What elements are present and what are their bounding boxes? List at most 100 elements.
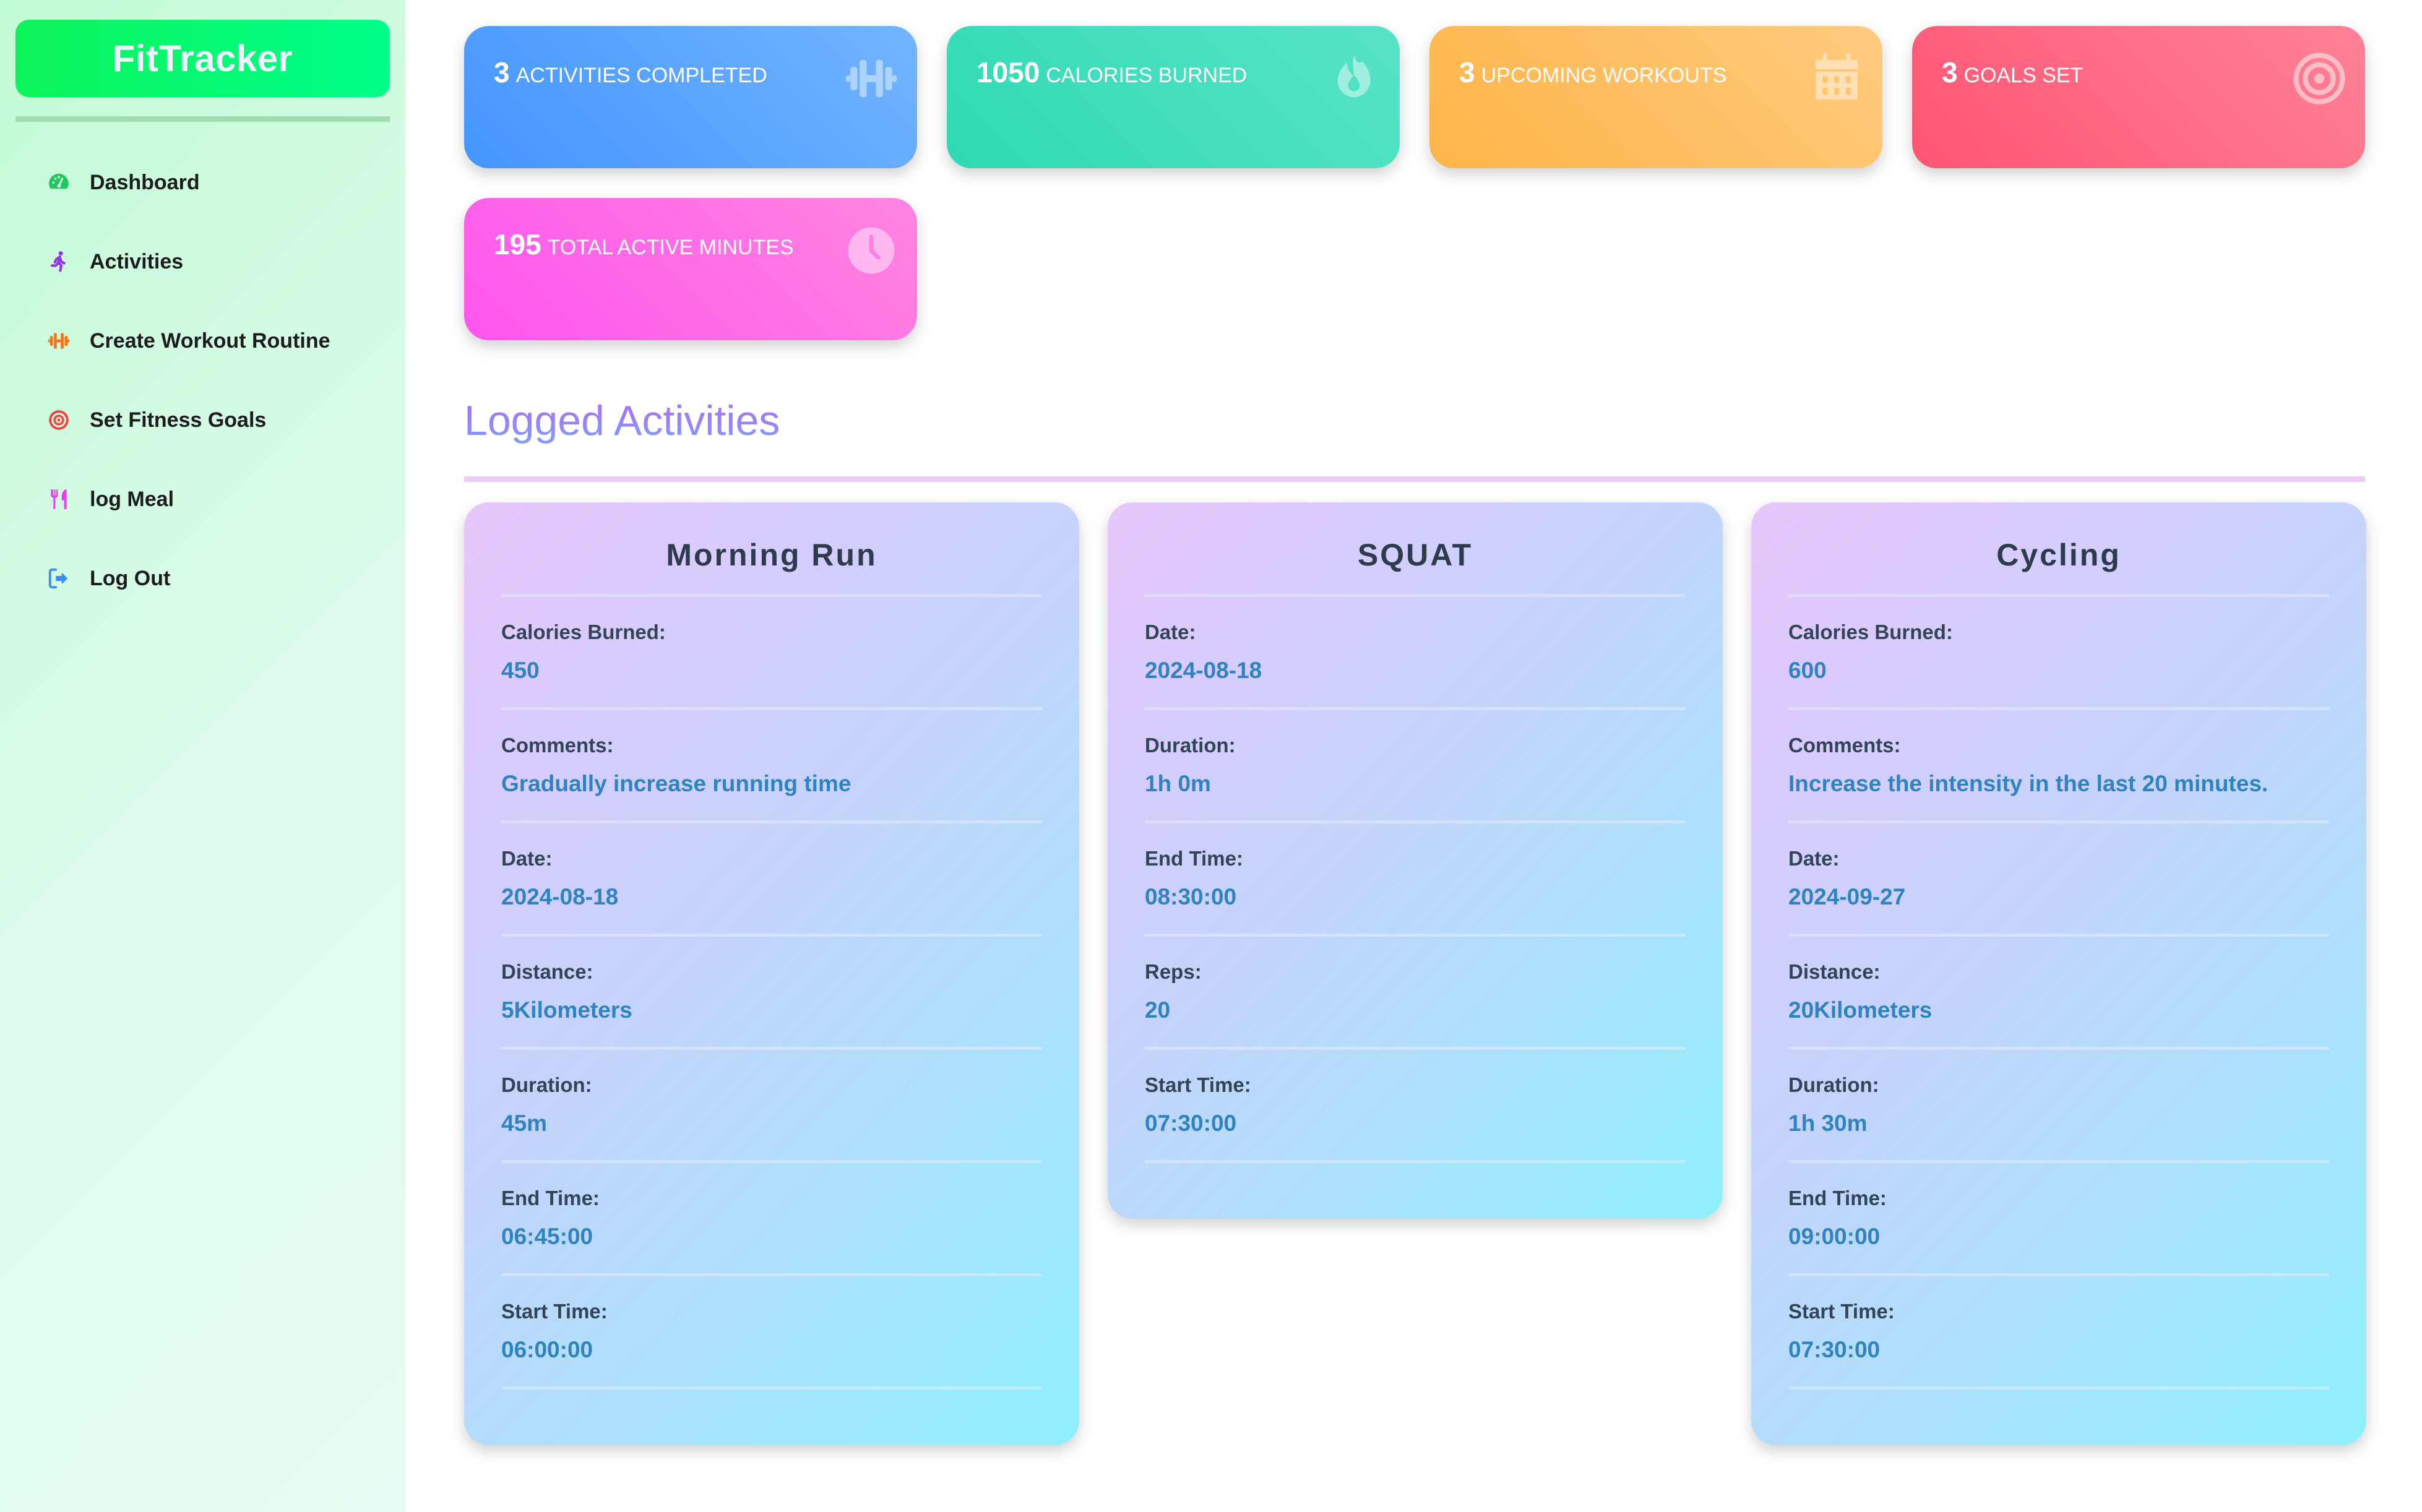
stat-label: Calories Burned [1046,64,1248,87]
field-value: 06:00:00 [501,1337,593,1362]
sidebar-item-label: Activities [90,249,184,273]
field-label: Distance: [501,960,593,983]
stat-value: 195 [494,228,541,260]
field-label: Start Time: [501,1300,608,1323]
field-label: Calories Burned: [501,621,666,643]
activity-field: Duration: 1h 30m [1788,1050,2329,1163]
sidebar-divider [15,116,390,122]
stat-value: 3 [494,56,510,88]
field-label: Distance: [1788,960,1881,983]
sidebar-item-set-fitness-goals[interactable]: Set Fitness Goals [37,395,384,445]
activity-field: Comments: Gradually increase running time [501,710,1042,823]
target-icon [40,408,77,432]
activity-field: End Time: 09:00:00 [1788,1163,2329,1276]
field-label: Duration: [1788,1073,1879,1096]
sidebar-item-label: Create Workout Routine [90,329,330,353]
activity-field: Date: 2024-08-18 [501,823,1042,937]
sidebar: FitTracker Dashboard Activities Create W… [0,0,405,1512]
stat-card-calories-burned: 1050 Calories Burned [947,26,1400,168]
stat-value: 3 [1459,56,1475,88]
field-label: Date: [1145,621,1196,643]
field-value: 20Kilometers [1788,997,1933,1023]
fire-icon [1323,51,1385,106]
field-value: 2024-08-18 [501,884,619,909]
field-label: Reps: [1145,960,1202,983]
activity-field: Start Time: 07:30:00 [1145,1050,1686,1163]
sidebar-item-log-meal[interactable]: log Meal [37,475,384,524]
stat-label: Upcoming Workouts [1481,64,1727,87]
section-divider [464,476,2365,482]
field-label: Calories Burned: [1788,621,1953,643]
activity-field: Reps: 20 [1145,937,1686,1050]
field-label: End Time: [1145,847,1243,870]
activity-field: Distance: 5Kilometers [501,937,1042,1050]
field-value: 08:30:00 [1145,884,1237,909]
activity-card-squat: SQUAT Date: 2024-08-18 Duration: 1h 0m End… [1108,502,1723,1219]
field-value: 07:30:00 [1788,1337,1881,1362]
field-label: Start Time: [1145,1073,1251,1096]
field-value: 09:00:00 [1788,1224,1881,1249]
activity-card-morning-run: Morning Run Calories Burned: 450 Comments… [464,502,1079,1445]
sidebar-item-log-out[interactable]: Log Out [37,554,384,603]
gauge-icon [40,170,77,195]
sidebar-item-label: Log Out [90,566,171,590]
running-icon [40,249,77,274]
stat-card-activities-completed: 3 Activities Completed [464,26,917,168]
field-label: Duration: [1145,734,1236,757]
dumbbell-icon [40,329,77,353]
stat-card-total-active-minutes: 195 Total Active Minutes [464,198,917,340]
activity-title: Morning Run [666,538,877,572]
sidebar-item-activities[interactable]: Activities [37,237,384,286]
field-value: 5Kilometers [501,997,632,1023]
activity-field: Start Time: 07:30:00 [1788,1276,2329,1390]
activity-field: Comments: Increase the intensity in the l… [1788,710,2329,823]
activity-card-cycling: Cycling Calories Burned: 600 Comments: Inc… [1751,502,2366,1445]
field-label: End Time: [1788,1187,1887,1209]
field-value: 45m [501,1110,548,1136]
dumbbell-icon [840,51,902,106]
stat-label: Activities Completed [515,64,767,87]
activity-field: Duration: 1h 0m [1145,710,1686,823]
field-label: Start Time: [1788,1300,1895,1323]
activity-field: Date: 2024-08-18 [1145,597,1686,710]
app-logo[interactable]: FitTracker [15,20,390,97]
field-label: Comments: [1788,734,1901,757]
stat-value: 1050 [976,56,1040,88]
activity-field: Calories Burned: 600 [1788,597,2329,710]
sidebar-item-label: Set Fitness Goals [90,408,267,432]
section-title: Logged Activities [464,390,780,452]
field-value: 600 [1788,658,1827,683]
field-value: Increase the intensity in the last 20 mi… [1788,771,2269,796]
sidebar-item-dashboard[interactable]: Dashboard [37,158,384,207]
activity-field: Duration: 45m [501,1050,1042,1163]
activity-field: End Time: 06:45:00 [501,1163,1042,1276]
activity-field: End Time: 08:30:00 [1145,823,1686,937]
activity-field: Start Time: 06:00:00 [501,1276,1042,1390]
field-value: 450 [501,658,540,683]
field-label: Comments: [501,734,614,757]
utensils-icon [40,487,77,512]
stat-card-goals-set: 3 Goals Set [1912,26,2365,168]
activity-title: Cycling [1996,538,2121,572]
stat-value: 3 [1942,56,1958,88]
field-value: 2024-09-27 [1788,884,1906,909]
field-value: Gradually increase running time [501,771,851,796]
activity-field: Distance: 20Kilometers [1788,937,2329,1050]
stat-label: Goals Set [1963,64,2084,87]
activity-field: Date: 2024-09-27 [1788,823,2329,937]
field-value: 1h 0m [1145,771,1211,796]
field-label: End Time: [501,1187,600,1209]
calendar-icon [1806,51,1868,106]
field-label: Date: [1788,847,1840,870]
stat-card-upcoming-workouts: 3 Upcoming Workouts [1429,26,1882,168]
activity-title: SQUAT [1357,538,1473,572]
stat-label: Total Active Minutes [547,236,794,259]
sidebar-item-label: log Meal [90,487,175,511]
sidebar-item-create-workout-routine[interactable]: Create Workout Routine [37,316,384,366]
field-value: 2024-08-18 [1145,658,1262,683]
field-label: Date: [501,847,553,870]
activity-field: Calories Burned: 450 [501,597,1042,710]
clock-icon [840,223,902,278]
field-label: Duration: [501,1073,592,1096]
logout-icon [40,566,77,591]
